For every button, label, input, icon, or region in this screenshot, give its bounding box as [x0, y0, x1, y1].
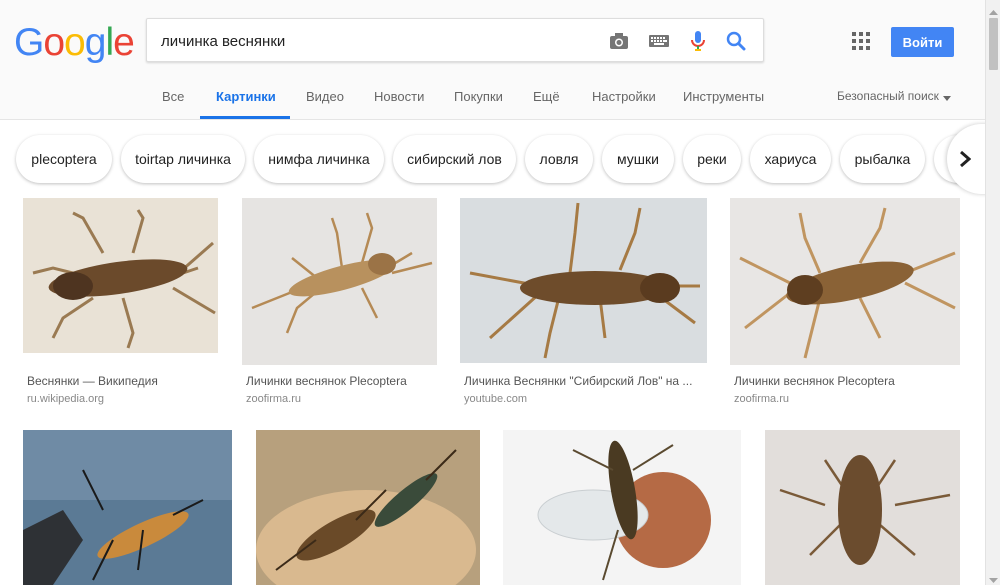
apps-grid-icon[interactable]: [852, 32, 870, 50]
result-image[interactable]: [23, 430, 232, 585]
result-image[interactable]: [503, 430, 741, 585]
chip[interactable]: нимфа личинка: [254, 135, 384, 183]
result-title[interactable]: Личинки веснянок Plecoptera: [246, 374, 436, 388]
logo-letter: g: [84, 21, 107, 64]
chip[interactable]: мушки: [602, 135, 674, 183]
result-image[interactable]: [23, 198, 218, 353]
active-tab-indicator: [200, 116, 290, 119]
result-title[interactable]: Веснянки — Википедия: [27, 374, 217, 388]
logo-letter: e: [113, 21, 135, 64]
chip[interactable]: toirtap личинка: [121, 135, 245, 183]
vertical-scrollbar[interactable]: [985, 0, 1000, 585]
header: Google Войти Все Картинки Видео Новости …: [0, 0, 985, 120]
tab-settings[interactable]: Настройки: [592, 89, 656, 104]
keyboard-icon[interactable]: [648, 30, 670, 52]
scroll-down-icon[interactable]: [989, 572, 998, 583]
tab-news[interactable]: Новости: [374, 89, 424, 104]
safe-search-label: Безопасный поиск: [837, 89, 939, 103]
result-source: ru.wikipedia.org: [27, 393, 105, 405]
chip[interactable]: сибирский лов: [393, 135, 516, 183]
tab-video[interactable]: Видео: [306, 89, 344, 104]
search-input[interactable]: [161, 29, 601, 53]
scroll-up-icon[interactable]: [989, 4, 998, 15]
result-image[interactable]: [765, 430, 960, 585]
result-image[interactable]: [460, 198, 707, 363]
tab-tools[interactable]: Инструменты: [683, 89, 764, 104]
logo-letter: o: [64, 21, 86, 64]
result-source: zoofirma.ru: [246, 393, 302, 405]
chip[interactable]: рыбалка: [840, 135, 925, 183]
result-source: zoofirma.ru: [734, 393, 790, 405]
chip[interactable]: plecoptera: [16, 135, 112, 183]
logo-letter: G: [14, 21, 44, 64]
result-title[interactable]: Личинка Веснянки "Сибирский Лов" на ...: [464, 374, 706, 388]
safe-search-dropdown[interactable]: Безопасный поиск: [837, 89, 952, 104]
chip[interactable]: реки: [683, 135, 741, 183]
result-title[interactable]: Личинки веснянок Plecoptera: [734, 374, 956, 388]
sign-in-button[interactable]: Войти: [891, 27, 954, 57]
search-box: [146, 18, 764, 62]
search-icon[interactable]: [725, 30, 747, 52]
logo-letter: o: [43, 21, 65, 64]
result-source: youtube.com: [464, 393, 527, 405]
chip[interactable]: ловля: [525, 135, 593, 183]
related-searches-chips: plecoptera toirtap личинка нимфа личинка…: [0, 121, 985, 196]
camera-icon[interactable]: [608, 30, 630, 52]
tab-shopping[interactable]: Покупки: [454, 89, 503, 104]
logo-letter: l: [105, 21, 114, 64]
tab-more[interactable]: Ещё: [533, 89, 560, 104]
tab-all[interactable]: Все: [162, 89, 184, 104]
google-logo[interactable]: Google: [14, 21, 135, 64]
chip[interactable]: хариуса: [750, 135, 831, 183]
scrollbar-thumb[interactable]: [989, 18, 998, 70]
result-image[interactable]: [242, 198, 437, 365]
tab-images[interactable]: Картинки: [216, 89, 276, 104]
caret-down-icon: [943, 90, 952, 104]
result-image[interactable]: [256, 430, 480, 585]
result-image[interactable]: [730, 198, 960, 365]
mic-icon[interactable]: [687, 30, 709, 52]
